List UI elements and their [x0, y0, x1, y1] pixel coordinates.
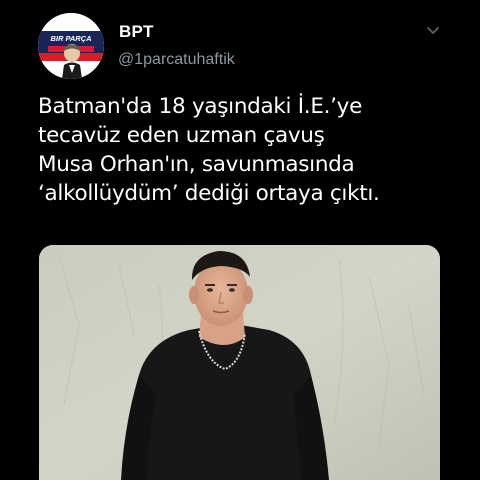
- avatar-image: BIR PARÇA: [38, 13, 104, 79]
- photo-person-icon: [39, 245, 440, 480]
- tweet-card: BIR PARÇA BPT @1parcatuhaftik Batman'da …: [0, 0, 480, 480]
- tweet-text-line: ‘alkollüydüm’ dediği ortaya çıktı.: [38, 181, 380, 206]
- tweet-text: Batman'da 18 yaşındaki İ.E.’ye tecavüz e…: [38, 92, 458, 208]
- tweet-text-line: Batman'da 18 yaşındaki İ.E.’ye: [38, 94, 363, 119]
- profile-avatar-icon[interactable]: BIR PARÇA: [38, 13, 104, 79]
- tweet-text-line: Musa Orhan'ın, savunmasında: [38, 152, 355, 177]
- chevron-down-icon[interactable]: [424, 22, 442, 40]
- tweet-text-line: tecavüz eden uzman çavuş: [38, 123, 325, 148]
- author-display-name[interactable]: BPT: [119, 22, 154, 42]
- tweet-photo[interactable]: [39, 245, 440, 480]
- author-handle[interactable]: @1parcatuhaftik: [118, 51, 235, 69]
- avatar-text: BIR PARÇA: [50, 34, 91, 43]
